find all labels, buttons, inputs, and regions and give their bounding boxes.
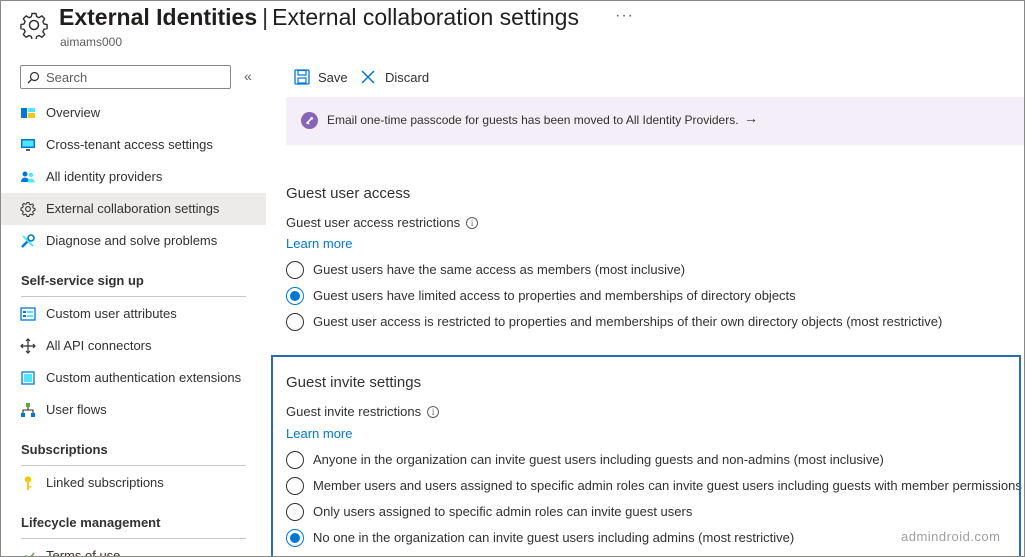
sidebar-item-label: Overview xyxy=(46,105,101,120)
section-divider xyxy=(21,538,246,539)
key-icon xyxy=(24,476,32,490)
sidebar-item-label: User flows xyxy=(46,402,107,417)
sidebar-item-linked-subscriptions[interactable]: Linked subscriptions xyxy=(1,467,266,499)
radio-button[interactable] xyxy=(286,261,304,279)
sidebar-item-auth-extensions[interactable]: Custom authentication extensions xyxy=(1,362,266,394)
collapse-sidebar-button[interactable]: « xyxy=(244,68,252,84)
section-divider xyxy=(21,465,246,466)
info-banner: Email one-time passcode for guests has b… xyxy=(286,97,1024,145)
sidebar-item-cross-tenant[interactable]: Cross-tenant access settings xyxy=(1,129,266,161)
rocket-icon xyxy=(301,112,318,129)
arrow-right-icon[interactable]: → xyxy=(744,110,758,126)
radio-label: Guest users have the same access as memb… xyxy=(313,262,686,277)
sidebar-item-label: Custom user attributes xyxy=(46,306,177,321)
discard-label: Discard xyxy=(385,70,430,85)
overview-icon xyxy=(21,108,35,118)
sidebar-item-label: All identity providers xyxy=(46,169,163,184)
wrench-icon xyxy=(21,234,35,248)
page-title-main: External Identities xyxy=(59,4,258,30)
search-placeholder: Search xyxy=(46,70,88,85)
sidebar-item-identity-providers[interactable]: All identity providers xyxy=(1,161,266,193)
sidebar-item-external-collaboration[interactable]: External collaboration settings xyxy=(1,193,266,225)
monitor-icon xyxy=(21,139,35,151)
discard-button[interactable]: Discard xyxy=(360,69,430,89)
save-icon xyxy=(294,69,310,85)
page-header: External Identities | External collaborati… xyxy=(1,1,1024,57)
sidebar-item-label: Linked subscriptions xyxy=(46,475,164,490)
section-header-subscriptions: Subscriptions xyxy=(21,442,108,457)
page-title: External Identities | External collaborati… xyxy=(59,4,579,31)
userflows-icon xyxy=(21,403,35,417)
gear-icon xyxy=(20,12,48,39)
search-input[interactable]: Search xyxy=(20,65,231,89)
guest-access-heading: Guest user access xyxy=(286,185,411,202)
terms-icon xyxy=(24,552,35,556)
sidebar-item-api-connectors[interactable]: All API connectors xyxy=(1,330,266,362)
sidebar-item-diagnose[interactable]: Diagnose and solve problems xyxy=(1,225,266,257)
banner-text: Email one-time passcode for guests has b… xyxy=(327,113,739,127)
people-icon xyxy=(21,171,35,183)
tenant-name: aimams000 xyxy=(60,35,123,49)
sidebar-item-overview[interactable]: Overview xyxy=(1,97,266,129)
info-icon[interactable]: i xyxy=(466,216,479,229)
sidebar-item-label: Diagnose and solve problems xyxy=(46,233,218,248)
sidebar-item-label: Terms of use xyxy=(46,548,121,557)
radio-button[interactable] xyxy=(286,313,304,331)
section-header-lifecycle: Lifecycle management xyxy=(21,515,161,530)
save-label: Save xyxy=(318,70,348,85)
restrictions-label-text: Guest user access restrictions xyxy=(286,215,461,230)
radio-button-selected[interactable] xyxy=(286,287,304,305)
radio-label: Guest users have limited access to prope… xyxy=(313,288,796,303)
more-options-button[interactable]: ··· xyxy=(615,7,634,25)
guest-access-restrictions-label: Guest user access restrictions i xyxy=(286,215,479,230)
sidebar-item-label: Cross-tenant access settings xyxy=(46,137,213,152)
sidebar: Search « Overview Cross-tenant access se… xyxy=(1,57,267,557)
title-separator: | xyxy=(262,4,269,30)
learn-more-link[interactable]: Learn more xyxy=(286,236,352,251)
sidebar-item-custom-attributes[interactable]: Custom user attributes xyxy=(1,298,266,330)
attributes-icon xyxy=(20,307,36,321)
sidebar-item-terms-of-use[interactable]: Terms of use xyxy=(1,540,266,557)
section-divider xyxy=(21,296,246,297)
highlight-frame xyxy=(271,355,1021,556)
extensions-icon xyxy=(21,371,35,385)
sidebar-item-label: Custom authentication extensions xyxy=(46,370,242,385)
guest-access-option-restricted[interactable]: Guest user access is restricted to prope… xyxy=(286,312,966,332)
sidebar-item-label: All API connectors xyxy=(46,338,152,353)
app-window: External Identities | External collaborati… xyxy=(0,0,1025,557)
guest-access-option-limited[interactable]: Guest users have limited access to prope… xyxy=(286,286,806,306)
guest-access-option-same-as-members[interactable]: Guest users have the same access as memb… xyxy=(286,260,706,280)
sidebar-item-user-flows[interactable]: User flows xyxy=(1,394,266,426)
close-icon xyxy=(361,70,375,84)
page-title-sub: External collaboration settings xyxy=(272,4,579,30)
watermark: admindroid.com xyxy=(901,529,1001,544)
search-icon xyxy=(27,71,40,84)
save-button[interactable]: Save xyxy=(294,69,348,89)
gear-icon xyxy=(20,202,36,217)
radio-label: Guest user access is restricted to prope… xyxy=(313,314,943,329)
connectors-icon xyxy=(20,338,36,354)
sidebar-item-label: External collaboration settings xyxy=(46,201,220,216)
section-header-self-service: Self-service sign up xyxy=(21,273,144,288)
